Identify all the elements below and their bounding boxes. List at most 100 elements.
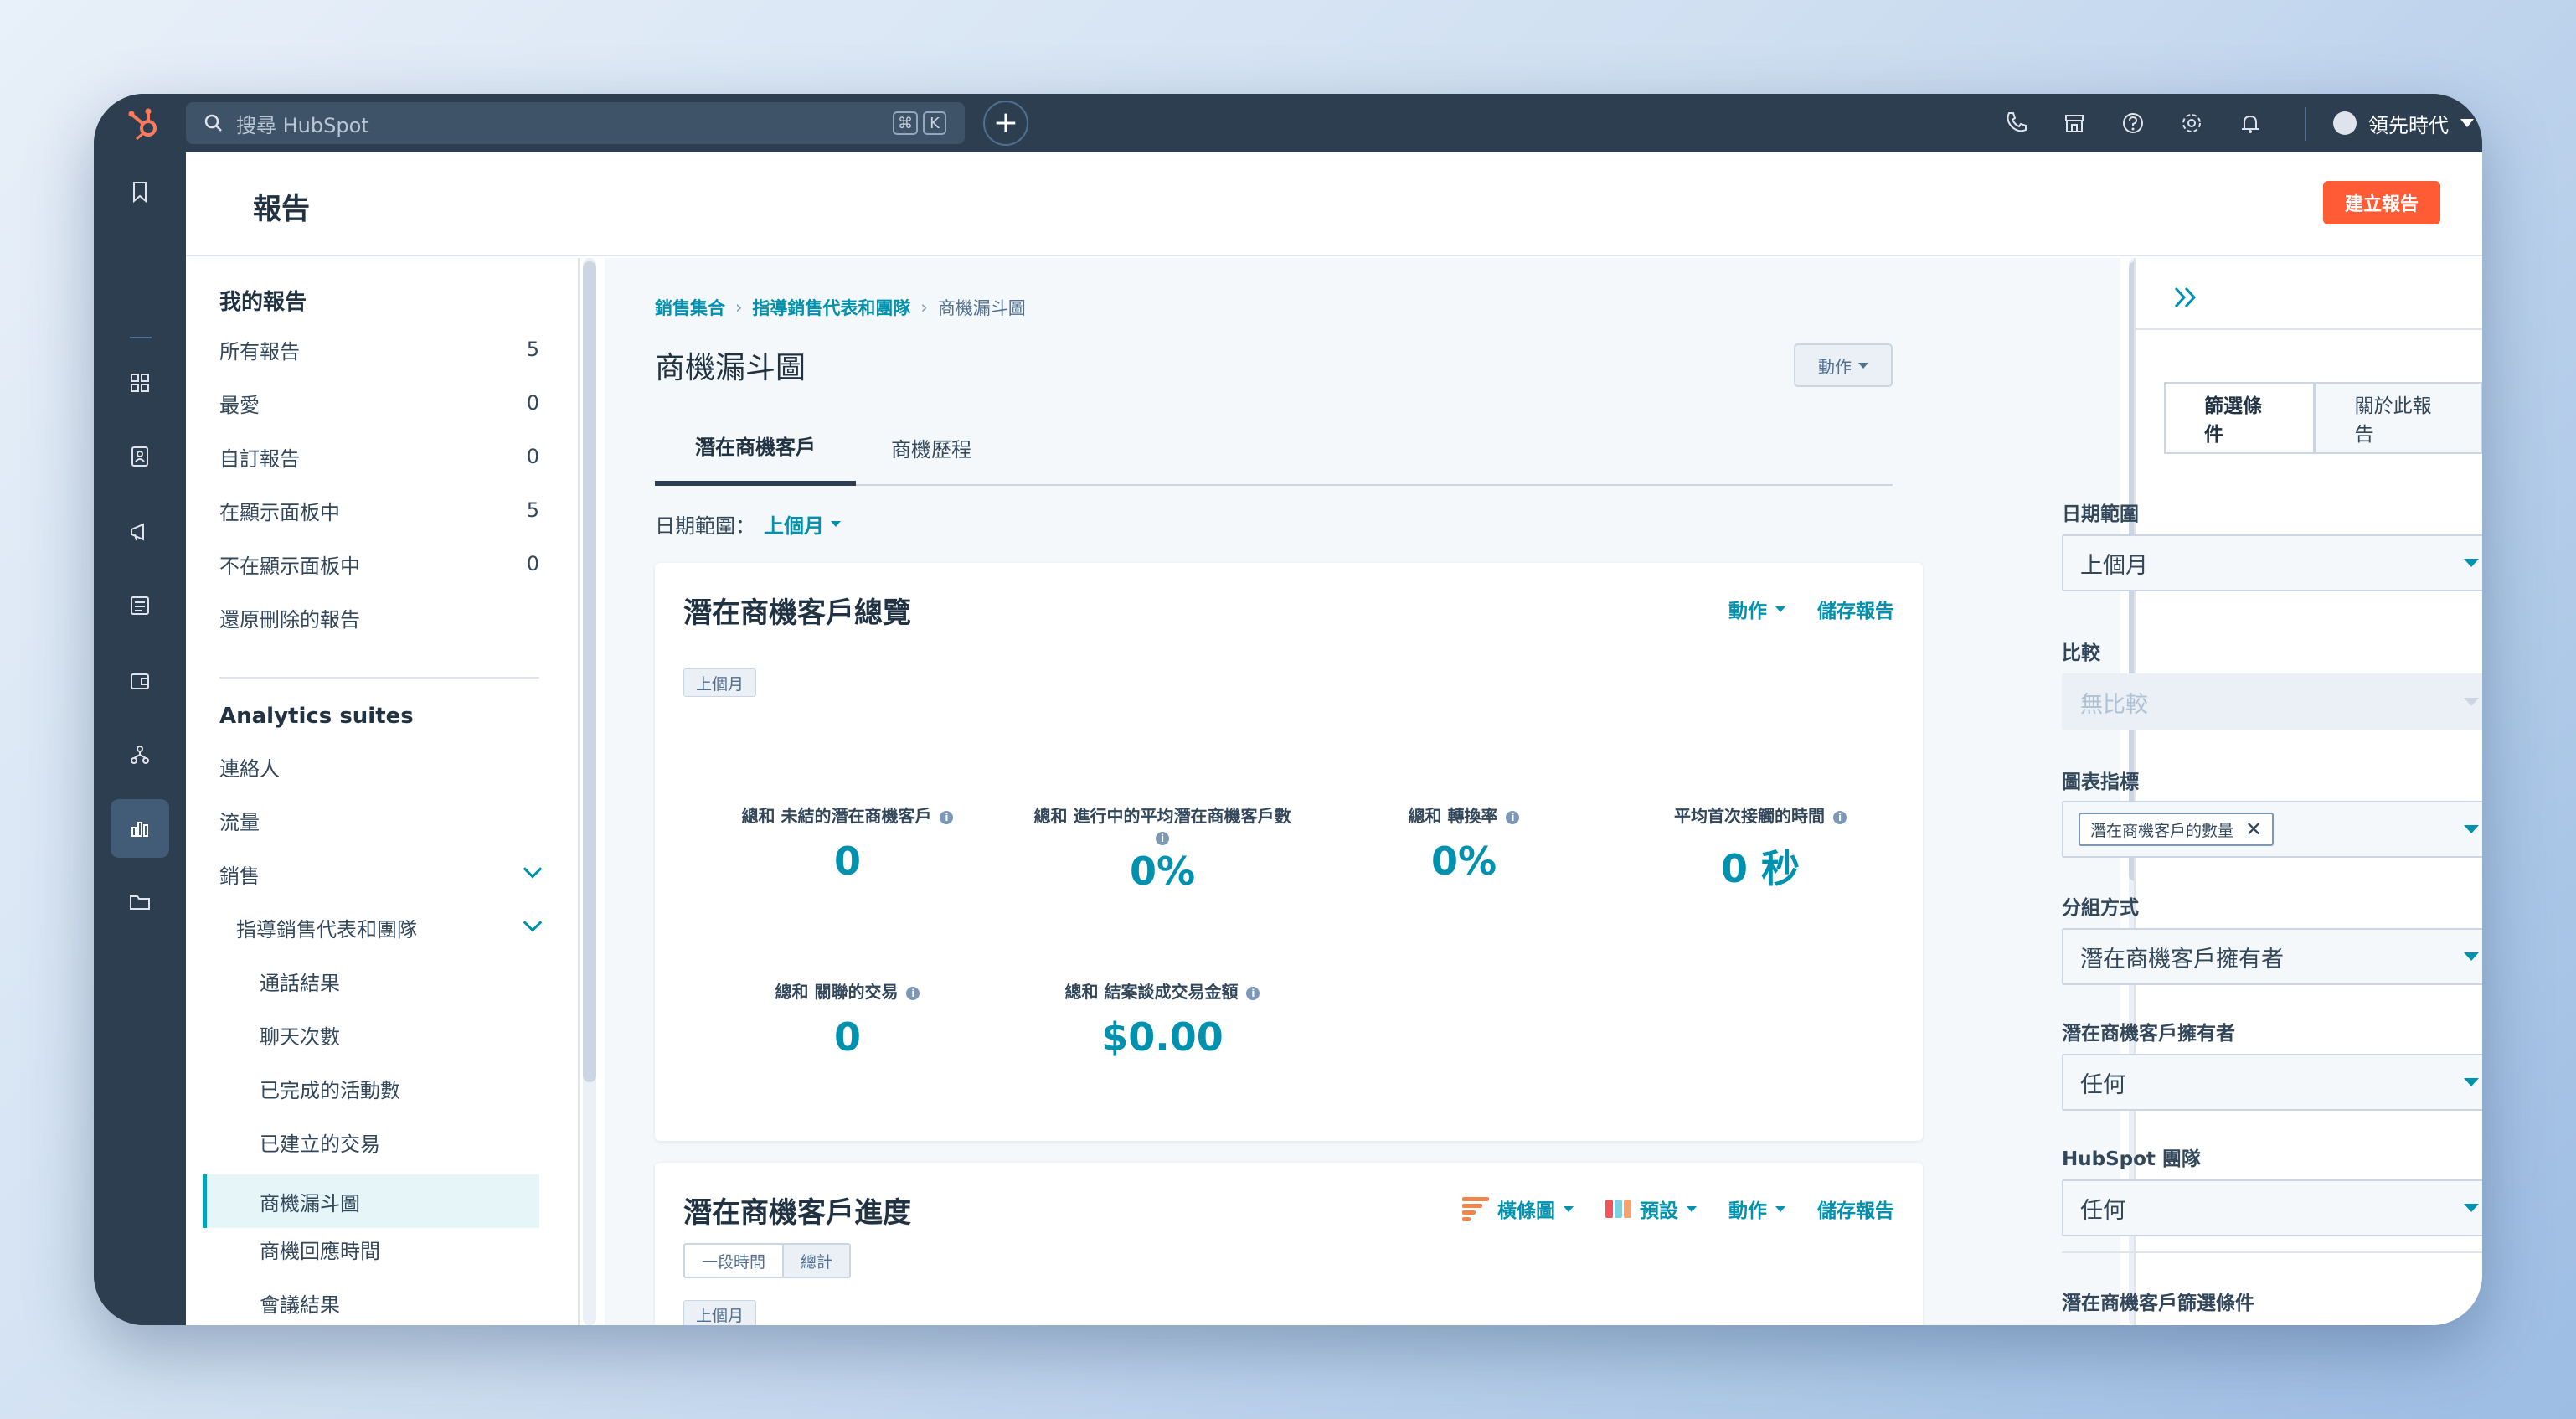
sidebar-item-all-reports[interactable]: 所有報告 5 [219,328,539,370]
close-icon[interactable]: ✕ [2245,818,2262,841]
nav-content[interactable] [111,576,169,635]
info-icon[interactable]: i [1156,831,1169,845]
time-mode-toggle: 一段時間 總計 [683,1243,852,1278]
kpi-label: 總和 未結的潛在商機客戶 i [705,802,990,827]
date-range-select[interactable]: 上個月 [2062,534,2482,591]
kpi-label-text: 平均首次接觸的時間 [1674,806,1825,826]
global-search-input[interactable]: 搜尋 HubSpot ⌘ K [186,102,965,144]
save-report-link[interactable]: 儲存報告 [1817,1195,1894,1223]
content-icon [131,596,149,615]
info-icon[interactable]: i [1833,810,1847,824]
sidebar-item-deals-created[interactable]: 已建立的交易 [260,1121,539,1163]
contacts-icon [131,446,148,467]
nav-library[interactable] [111,873,169,931]
sidebar-item-meeting-outcomes[interactable]: 會議結果 [260,1282,539,1324]
chevron-down-icon [523,859,543,879]
nav-commerce[interactable] [111,652,169,710]
select-value: 潛在商機客戶擁有者 [2080,946,2284,973]
leads-progress-card: 潛在商機客戶進度 橫條圖 預設 動作 儲存報告 一段時間 總計 上個月 [655,1163,1923,1325]
date-range-dropdown[interactable]: 上個月 [764,509,841,539]
sidebar-item-label: 會議結果 [260,1293,340,1317]
chevron-down-icon [523,913,543,932]
sidebar-item-custom-reports[interactable]: 自訂報告 0 [219,436,539,477]
reports-icon [131,822,148,837]
nav-workspaces[interactable] [111,353,169,412]
caret-down-icon [2464,1204,2479,1212]
sidebar-item-call-outcomes[interactable]: 通話結果 [260,960,539,1002]
nav-bookmarks[interactable] [111,163,169,221]
info-icon[interactable]: i [906,986,920,1000]
group-by-select[interactable]: 潛在商機客戶擁有者 [2062,928,2482,985]
date-tag: 上個月 [683,1300,757,1325]
caret-down-icon [1775,606,1785,612]
breadcrumb-coach-reps[interactable]: 指導銷售代表和團隊 [752,295,910,320]
shortcut-key-k: K [923,111,946,135]
help-icon[interactable] [2119,109,2147,137]
hubspot-logo-icon[interactable] [126,106,162,142]
sidebar-item-sales[interactable]: 銷售 [219,853,543,895]
filters-panel-fields: 日期範圍 上個月 比較 無比較 圖表指標 潛在商機客戶的數量 ✕ 分組方式 潛在商… [1986,258,2482,1325]
sidebar-item-lead-funnel[interactable]: 商機漏斗圖 [203,1174,539,1228]
select-value: 上個月 [2080,552,2148,579]
field-label-group-by: 分組方式 [2062,897,2139,919]
page-title: 報告 [253,193,310,226]
sidebar-item-favorites[interactable]: 最愛 0 [219,382,539,424]
info-icon[interactable]: i [1246,986,1260,1000]
kpi-closed-won-amount: 總和 結案談成交易金額 i $0.00 [1003,978,1321,1060]
quick-create-button[interactable]: + [983,101,1028,146]
breadcrumb-sales-collection[interactable]: 銷售集合 [655,295,725,320]
notification-bell-icon[interactable] [2236,109,2264,137]
info-icon[interactable]: i [940,810,954,824]
nav-reporting[interactable] [111,799,169,858]
segment-over-time[interactable]: 一段時間 [685,1245,782,1277]
sidebar-item-activities-completed[interactable]: 已完成的活動數 [260,1067,539,1109]
sidebar-item-restore-deleted[interactable]: 還原刪除的報告 [219,596,539,638]
lead-owner-select[interactable]: 任何 [2062,1054,2482,1111]
segment-total[interactable]: 總計 [782,1245,850,1277]
marketplace-icon[interactable] [2060,109,2089,137]
card-actions-dropdown[interactable]: 動作 [1728,1195,1785,1223]
account-menu[interactable]: 領先時代 [2333,94,2474,152]
chart-type-dropdown[interactable]: 橫條圖 [1462,1195,1574,1223]
card-actions-dropdown[interactable]: 動作 [1728,595,1785,623]
topbar-divider [2305,107,2306,141]
sidebar-scrollbar[interactable] [583,258,596,1325]
leads-overview-card: 潛在商機客戶總覽 動作 儲存報告 上個月 總和 未結的潛在商機客戶 i 0 總和 … [655,563,1923,1141]
chevron-down-icon [2460,119,2474,127]
info-icon[interactable]: i [1506,810,1520,824]
hubspot-team-select[interactable]: 任何 [2062,1179,2482,1236]
tab-lead-journey[interactable]: 商機歷程 [856,409,1007,486]
sidebar-scroll-thumb[interactable] [583,261,596,1082]
report-actions-dropdown[interactable]: 動作 [1794,343,1893,387]
select-value: 任何 [2080,1071,2125,1098]
date-range-filter: 日期範圍： 上個月 [655,509,841,539]
chart-metric-select[interactable]: 潛在商機客戶的數量 ✕ [2062,801,2482,858]
nav-automation[interactable] [111,725,169,784]
sidebar-item-chats[interactable]: 聊天次數 [260,1014,539,1055]
sidebar-item-contacts[interactable]: 連絡人 [219,746,539,787]
actions-label: 動作 [1728,1200,1767,1222]
sidebar-item-coach-reps[interactable]: 指導銷售代表和團隊 [236,906,543,948]
tab-leads[interactable]: 潛在商機客戶 [655,409,856,486]
settings-icon[interactable] [2177,109,2206,137]
page-header: 報告 建立報告 [186,152,2482,256]
nav-crm[interactable] [111,427,169,486]
sidebar-item-lead-response-time[interactable]: 商機回應時間 [260,1228,539,1270]
phone-icon[interactable] [2002,109,2030,137]
reports-sidebar: 我的報告 所有報告 5 最愛 0 自訂報告 0 在顯示面板中 5 不在顯示面板中 0 還原… [186,258,596,1325]
analytics-suites-heading: Analytics suites [219,704,414,729]
sidebar-item-on-dashboard[interactable]: 在顯示面板中 5 [219,489,539,531]
caret-down-icon [2464,825,2479,833]
kpi-label-text: 總和 結案談成交易金額 [1064,982,1239,1002]
caret-down-icon [831,521,841,527]
nav-marketing[interactable] [111,503,169,561]
my-reports-heading: 我的報告 [219,290,307,315]
create-report-button[interactable]: 建立報告 [2323,181,2440,224]
sidebar-item-label: 自訂報告 [219,446,300,471]
sidebar-item-traffic[interactable]: 流量 [219,799,539,841]
sidebar-item-label: 連絡人 [219,756,280,781]
save-report-link[interactable]: 儲存報告 [1817,595,1894,623]
color-preset-dropdown[interactable]: 預設 [1605,1195,1697,1223]
kpi-label: 平均首次接觸的時間 i [1618,802,1903,827]
sidebar-item-not-on-dashboard[interactable]: 不在顯示面板中 0 [219,543,539,585]
